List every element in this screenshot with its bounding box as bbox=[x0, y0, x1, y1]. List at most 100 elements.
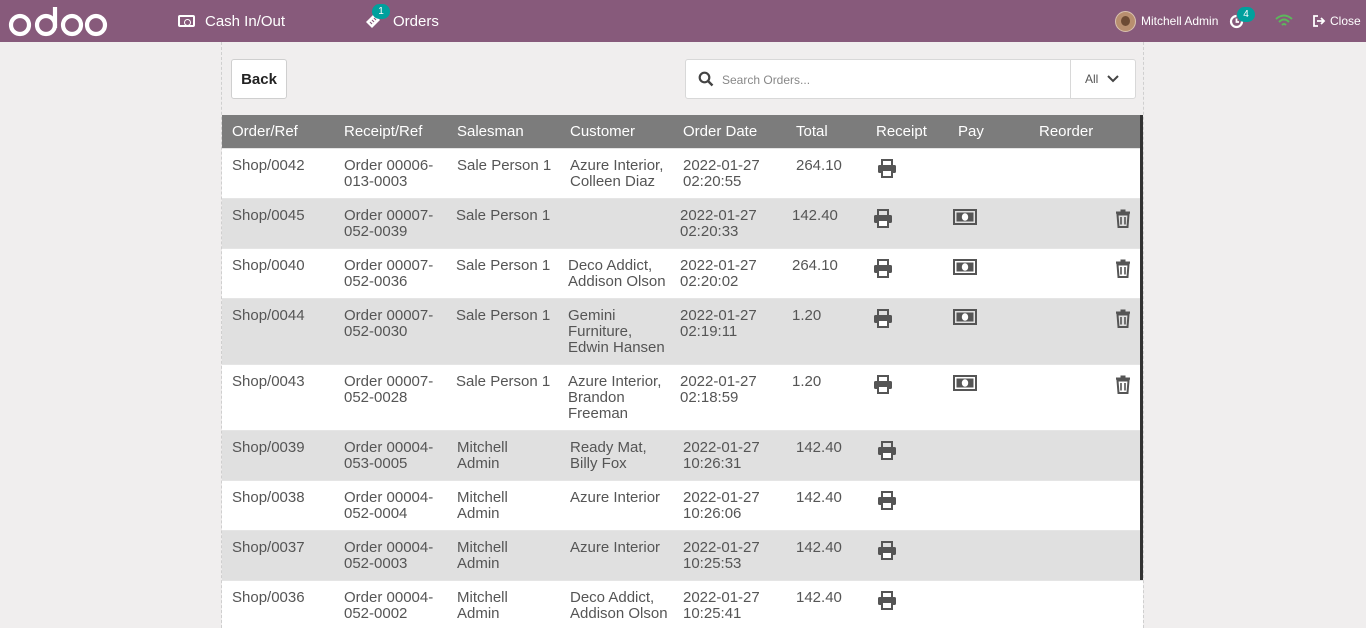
customer-line: Deco Addict, bbox=[568, 257, 653, 274]
search-bar: All bbox=[685, 59, 1136, 99]
print-receipt-icon[interactable] bbox=[873, 259, 893, 282]
print-receipt-icon[interactable] bbox=[873, 375, 893, 398]
table-row[interactable]: Shop/0036 Order 00004- 052-0002 Mitchell Adm… bbox=[222, 580, 1143, 628]
salesman-line: Admin bbox=[457, 555, 500, 572]
pay-money-icon[interactable] bbox=[953, 259, 977, 279]
customer-line: Azure Interior bbox=[570, 539, 661, 556]
sync-badge: 4 bbox=[1237, 6, 1255, 22]
col-receipt: Receipt bbox=[876, 123, 927, 140]
order-ref: Shop/0043 bbox=[232, 373, 305, 390]
table-row[interactable]: Shop/0044 Order 00007- 052-0030 Sale Person… bbox=[222, 298, 1143, 364]
table-row[interactable]: Shop/0040 Order 00007- 052-0036 Sale Person… bbox=[222, 248, 1143, 298]
receipt-ref-line: Order 00004- bbox=[344, 439, 434, 456]
sync-button[interactable]: 4 bbox=[1228, 0, 1255, 42]
filter-value: All bbox=[1085, 72, 1099, 86]
salesman-line: Mitchell bbox=[457, 439, 508, 456]
salesman-line: Mitchell bbox=[457, 539, 508, 556]
customer-line: Colleen Diaz bbox=[570, 173, 656, 190]
salesman: Sale Person 1 bbox=[456, 308, 550, 324]
print-receipt-icon[interactable] bbox=[873, 309, 893, 332]
order-date-line: 02:18:59 bbox=[680, 389, 739, 406]
receipt-ref: Order 00007- 052-0039 bbox=[344, 208, 433, 240]
order-ref: Shop/0040 bbox=[232, 257, 305, 274]
order-date-line: 2022-01-27 bbox=[680, 373, 757, 390]
table-header: Order/Ref Receipt/Ref Salesman Customer … bbox=[222, 115, 1143, 148]
receipt-ref: Order 00004- 052-0003 bbox=[344, 540, 433, 572]
receipt-ref: Order 00004- 052-0002 bbox=[344, 590, 433, 622]
col-receipt-ref: Receipt/Ref bbox=[344, 123, 423, 140]
table-row[interactable]: Shop/0043 Order 00007- 052-0028 Sale Person… bbox=[222, 364, 1143, 430]
salesman-line: Admin bbox=[457, 455, 500, 472]
table-row[interactable]: Shop/0045 Order 00007- 052-0039 Sale Person… bbox=[222, 198, 1143, 248]
salesman-line: Admin bbox=[457, 505, 500, 522]
receipt-ref-line: Order 00006- bbox=[344, 157, 434, 174]
table-row[interactable]: Shop/0042 Order 00006- 013-0003 Sale Person… bbox=[222, 148, 1143, 198]
receipt-ref: Order 00007- 052-0036 bbox=[344, 258, 433, 290]
customer: Deco Addict, Addison Olson bbox=[568, 258, 666, 290]
delete-trash-icon[interactable] bbox=[1115, 209, 1131, 232]
customer-line: Azure Interior, bbox=[568, 373, 662, 390]
receipt-ref: Order 00004- 052-0004 bbox=[344, 490, 433, 522]
close-button[interactable]: Close bbox=[1312, 0, 1361, 42]
order-date: 2022-01-27 10:25:41 bbox=[683, 590, 760, 622]
order-total: 142.40 bbox=[796, 439, 842, 456]
print-receipt-icon[interactable] bbox=[877, 441, 897, 464]
cash-in-out-button[interactable]: Cash In/Out bbox=[178, 0, 285, 42]
order-total: 1.20 bbox=[792, 307, 822, 324]
col-total: Total bbox=[796, 123, 828, 140]
cash-in-out-label: Cash In/Out bbox=[205, 12, 286, 30]
col-customer: Customer bbox=[570, 123, 636, 140]
receipt-ref-line: Order 00007- bbox=[344, 207, 434, 224]
user-menu[interactable]: Mitchell Admin bbox=[1115, 0, 1218, 42]
search-input[interactable] bbox=[722, 68, 1062, 92]
print-receipt-icon[interactable] bbox=[877, 541, 897, 564]
receipt-ref-line: 052-0039 bbox=[344, 223, 408, 240]
receipt-ref-line: 052-0036 bbox=[344, 273, 408, 290]
salesman: Sale Person 1 bbox=[456, 208, 550, 224]
receipt-ref-line: 052-0003 bbox=[344, 555, 408, 572]
customer-line: Gemini bbox=[568, 307, 616, 324]
customer-line: Deco Addict, bbox=[570, 589, 655, 606]
delete-trash-icon[interactable] bbox=[1115, 375, 1131, 398]
customer: Azure Interior bbox=[570, 490, 660, 506]
customer-line: Furniture, bbox=[568, 323, 633, 340]
pay-money-icon[interactable] bbox=[953, 309, 977, 329]
filter-dropdown[interactable]: All bbox=[1070, 60, 1135, 98]
scrollbar[interactable] bbox=[1140, 115, 1143, 580]
print-receipt-icon[interactable] bbox=[877, 491, 897, 514]
back-button[interactable]: Back bbox=[231, 59, 287, 99]
customer-line: Billy Fox bbox=[570, 455, 627, 472]
order-date: 2022-01-27 10:26:06 bbox=[683, 490, 760, 522]
print-receipt-icon[interactable] bbox=[877, 591, 897, 614]
sync-icon: 4 bbox=[1228, 6, 1255, 30]
money-icon bbox=[178, 15, 195, 27]
order-date: 2022-01-27 02:20:55 bbox=[683, 158, 760, 190]
delete-trash-icon[interactable] bbox=[1115, 259, 1131, 282]
order-date: 2022-01-27 02:19:11 bbox=[680, 308, 757, 340]
table-row[interactable]: Shop/0037 Order 00004- 052-0003 Mitchell Adm… bbox=[222, 530, 1143, 580]
salesman-line: Mitchell bbox=[457, 489, 508, 506]
table-row[interactable]: Shop/0039 Order 00004- 053-0005 Mitchell Adm… bbox=[222, 430, 1143, 480]
order-date-line: 2022-01-27 bbox=[680, 307, 757, 324]
receipt-ref: Order 00004- 053-0005 bbox=[344, 440, 433, 472]
receipt-ref-line: Order 00007- bbox=[344, 307, 434, 324]
order-date-line: 2022-01-27 bbox=[680, 257, 757, 274]
order-date-line: 2022-01-27 bbox=[680, 207, 757, 224]
receipt-ref-line: Order 00007- bbox=[344, 257, 434, 274]
orders-label: Orders bbox=[393, 12, 439, 30]
print-receipt-icon[interactable] bbox=[877, 159, 897, 182]
salesman-line: Admin bbox=[457, 605, 500, 622]
print-receipt-icon[interactable] bbox=[873, 209, 893, 232]
col-pay: Pay bbox=[958, 123, 984, 140]
receipt-ref-line: 052-0028 bbox=[344, 389, 408, 406]
salesman: Sale Person 1 bbox=[456, 258, 550, 274]
table-row[interactable]: Shop/0038 Order 00004- 052-0004 Mitchell Adm… bbox=[222, 480, 1143, 530]
pay-money-icon[interactable] bbox=[953, 375, 977, 395]
order-date: 2022-01-27 02:18:59 bbox=[680, 374, 757, 406]
chevron-down-icon bbox=[1107, 75, 1120, 83]
salesman-line: Mitchell bbox=[457, 589, 508, 606]
delete-trash-icon[interactable] bbox=[1115, 309, 1131, 332]
order-date: 2022-01-27 02:20:33 bbox=[680, 208, 757, 240]
orders-button[interactable]: 1 Orders bbox=[363, 0, 439, 42]
pay-money-icon[interactable] bbox=[953, 209, 977, 229]
